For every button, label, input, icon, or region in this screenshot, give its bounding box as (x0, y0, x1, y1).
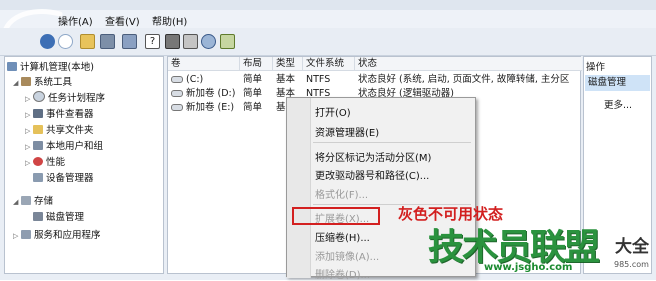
folder-icon[interactable] (80, 34, 95, 49)
column-header-layout[interactable]: 布局 (240, 57, 273, 71)
shared-folder-icon (33, 125, 43, 134)
actions-selected[interactable]: 磁盘管理 (585, 75, 650, 91)
drive-icon (171, 76, 183, 83)
device-icon (33, 173, 43, 182)
menu-view[interactable]: 查看(V) (105, 13, 140, 28)
list-icon[interactable] (100, 34, 115, 49)
help-icon[interactable]: ? (145, 34, 160, 49)
menu-item-shrink[interactable]: 压缩卷(H)... (315, 229, 370, 244)
cell-layout: 简单 (243, 88, 263, 99)
menu-item-mark-active[interactable]: 将分区标记为活动分区(M) (315, 149, 431, 164)
tools-icon (21, 77, 31, 86)
tree-shared-folders[interactable]: ▷ 共享文件夹 (25, 122, 94, 136)
column-header-type[interactable]: 类型 (273, 57, 303, 71)
menu-item-extend[interactable]: 扩展卷(X)... (315, 210, 369, 225)
menu-item-delete[interactable]: 删除卷(D)... (315, 266, 370, 281)
search-icon[interactable] (201, 34, 216, 49)
cell-volume: 新加卷 (E:) (186, 102, 235, 113)
collapse-icon[interactable]: ▷ (25, 143, 33, 151)
tree-system-tools[interactable]: ◢ 系统工具 (13, 74, 72, 88)
storage-icon (21, 196, 31, 205)
cell-type: 基本 (276, 74, 296, 85)
collapse-icon[interactable]: ▷ (25, 95, 33, 103)
drive-icon (171, 90, 183, 97)
cell-volume: 新加卷 (D:) (186, 88, 236, 99)
collapse-icon[interactable]: ▷ (25, 111, 33, 119)
watermark-suffix: 大全 (615, 237, 649, 257)
collapse-icon[interactable]: ▷ (25, 159, 33, 167)
table-row[interactable]: (C:) 简单 基本 NTFS 状态良好 (系统, 启动, 页面文件, 故障转储… (168, 73, 582, 86)
column-header-volume[interactable]: 卷 (168, 57, 240, 71)
menu-bar: 操作(A) 查看(V) 帮助(H) (0, 10, 656, 28)
menu-item-explore[interactable]: 资源管理器(E) (315, 124, 379, 139)
cell-status: 状态良好 (系统, 启动, 页面文件, 故障转储, 主分区 (358, 74, 570, 85)
expand-icon[interactable]: ◢ (13, 198, 21, 206)
computer-icon (7, 62, 17, 71)
column-header-filesystem[interactable]: 文件系统 (303, 57, 355, 71)
properties-icon[interactable] (122, 34, 137, 49)
watermark-extra: 985.com (614, 260, 649, 269)
tree-performance[interactable]: ▷ 性能 (25, 154, 65, 168)
navigation-tree: 计算机管理(本地) ◢ 系统工具 ▷ 任务计划程序 ▷ 事件查看器 ▷ 共享文件夹 ▷ 本… (4, 56, 164, 274)
toolbar: ? (0, 28, 656, 56)
menu-item-format[interactable]: 格式化(F)... (315, 186, 368, 201)
new-icon[interactable] (183, 34, 198, 49)
users-icon (33, 141, 43, 150)
tree-services[interactable]: ▷ 服务和应用程序 (13, 227, 101, 241)
menu-item-open[interactable]: 打开(O) (315, 104, 351, 119)
tree-event-viewer[interactable]: ▷ 事件查看器 (25, 106, 94, 120)
cell-layout: 简单 (243, 102, 263, 113)
menu-separator (313, 142, 471, 143)
services-icon (21, 230, 31, 239)
cell-filesystem: NTFS (306, 74, 331, 85)
settings-icon[interactable] (165, 34, 180, 49)
event-icon (33, 109, 43, 118)
column-header-status[interactable]: 状态 (355, 57, 582, 71)
actions-header: 操作 (586, 62, 606, 73)
disk-icon (33, 212, 43, 221)
tree-local-users[interactable]: ▷ 本地用户和组 (25, 138, 103, 152)
actions-more[interactable]: 更多... (604, 97, 632, 111)
forward-icon[interactable] (58, 34, 73, 49)
context-menu-gutter (287, 98, 311, 278)
menu-item-add-mirror[interactable]: 添加镜像(A)... (315, 248, 379, 263)
tree-root[interactable]: 计算机管理(本地) (7, 59, 94, 73)
expand-icon[interactable]: ◢ (13, 79, 21, 87)
title-bar (0, 0, 656, 10)
menu-item-change-letter[interactable]: 更改驱动器号和路径(C)... (315, 167, 429, 182)
collapse-icon[interactable]: ▷ (13, 232, 21, 240)
performance-icon (33, 157, 43, 166)
tree-device-manager[interactable]: 设备管理器 (33, 170, 94, 184)
menu-help[interactable]: 帮助(H) (152, 13, 187, 28)
collapse-icon[interactable]: ▷ (25, 127, 33, 135)
cell-volume: (C:) (186, 74, 204, 85)
watermark-url: www.jsgho.com (484, 262, 573, 273)
clock-icon (33, 91, 45, 102)
tree-storage[interactable]: ◢ 存储 (13, 193, 53, 207)
back-icon[interactable] (40, 34, 55, 49)
tree-disk-management[interactable]: 磁盘管理 (33, 209, 84, 223)
cell-layout: 简单 (243, 74, 263, 85)
drive-icon (171, 104, 183, 111)
tree-task-scheduler[interactable]: ▷ 任务计划程序 (25, 90, 105, 104)
check-icon[interactable] (220, 34, 235, 49)
